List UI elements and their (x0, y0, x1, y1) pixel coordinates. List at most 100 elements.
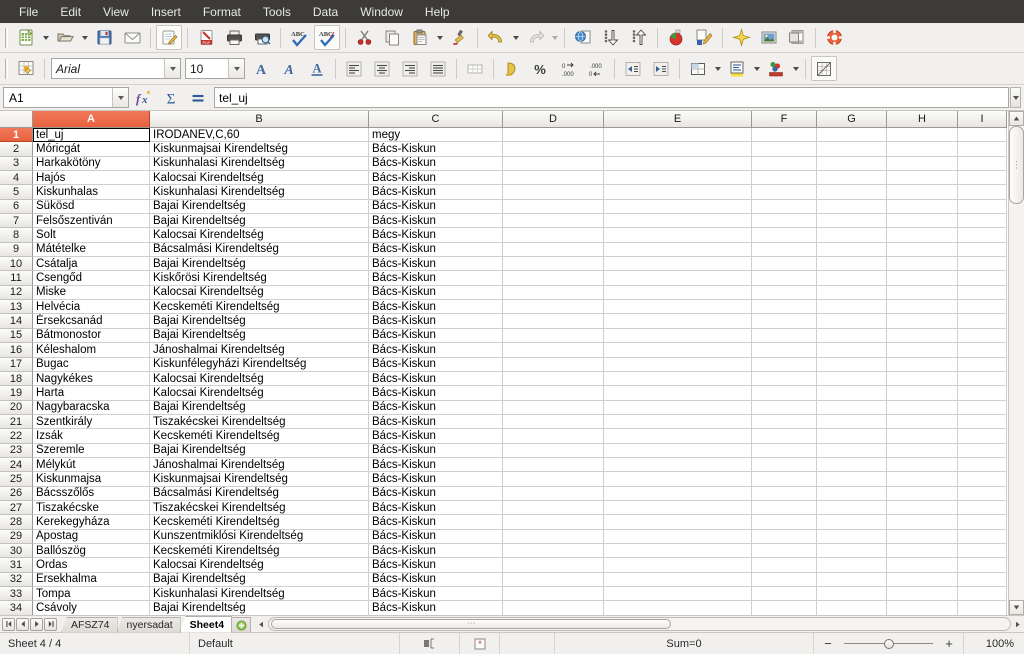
cell-D34[interactable] (503, 601, 604, 615)
cell-C9[interactable]: Bács-Kiskun (369, 242, 503, 258)
italic-button[interactable]: A (276, 56, 302, 81)
sheet-tab-nyersadat[interactable]: nyersadat (116, 616, 181, 633)
column-header-f[interactable]: F (752, 111, 817, 128)
cell-H26[interactable] (887, 486, 958, 501)
row-header-15[interactable]: 15 (0, 328, 33, 344)
add-sheet-button[interactable] (231, 616, 252, 633)
row-header-21[interactable]: 21 (0, 414, 33, 430)
cell-A29[interactable]: Apostag (33, 529, 150, 544)
cell-C19[interactable]: Bács-Kiskun (369, 386, 503, 401)
cell-A9[interactable]: Mátételke (33, 242, 150, 258)
increase-indent-button[interactable] (648, 56, 674, 81)
status-zoom-slider[interactable]: − + (814, 632, 964, 654)
cell-A33[interactable]: Tompa (33, 587, 150, 602)
cell-H11[interactable] (887, 271, 958, 286)
cell-B17[interactable]: Kiskunfélegyházi Kirendeltség (150, 357, 369, 372)
cell-F21[interactable] (752, 414, 817, 430)
menu-edit[interactable]: Edit (49, 3, 92, 21)
column-header-e[interactable]: E (604, 111, 752, 128)
cell-H33[interactable] (887, 587, 958, 602)
open-document-button[interactable] (52, 25, 78, 50)
align-right-button[interactable] (397, 56, 423, 81)
cell-A15[interactable]: Bátmonostor (33, 328, 150, 344)
cell-A11[interactable]: Csengőd (33, 271, 150, 286)
sheet-tab-afsz74[interactable]: AFSZ74 (61, 616, 118, 633)
column-header-a[interactable]: A (33, 111, 150, 128)
cell-D27[interactable] (503, 500, 604, 516)
cell-G17[interactable] (817, 357, 887, 372)
cell-C31[interactable]: Bács-Kiskun (369, 558, 503, 573)
cell-D31[interactable] (503, 558, 604, 573)
cell-E21[interactable] (604, 414, 752, 430)
row-header-32[interactable]: 32 (0, 572, 33, 587)
cell-G16[interactable] (817, 343, 887, 358)
styles-button[interactable] (13, 56, 39, 81)
cell-D17[interactable] (503, 357, 604, 372)
cell-I17[interactable] (958, 357, 1007, 372)
cell-B28[interactable]: Kecskeméti Kirendeltség (150, 515, 369, 530)
cell-C14[interactable]: Bács-Kiskun (369, 314, 503, 329)
cell-D7[interactable] (503, 214, 604, 229)
cell-D14[interactable] (503, 314, 604, 329)
row-header-30[interactable]: 30 (0, 543, 33, 559)
menu-format[interactable]: Format (192, 3, 252, 21)
cell-D9[interactable] (503, 242, 604, 258)
cell-F10[interactable] (752, 257, 817, 272)
cell-C18[interactable]: Bács-Kiskun (369, 371, 503, 387)
cell-B6[interactable]: Bajai Kirendeltség (150, 199, 369, 215)
cell-B18[interactable]: Kalocsai Kirendeltség (150, 371, 369, 387)
cell-H13[interactable] (887, 300, 958, 315)
scroll-left-button[interactable] (255, 617, 268, 631)
cell-G33[interactable] (817, 587, 887, 602)
cell-F19[interactable] (752, 386, 817, 401)
formula-expand-button[interactable] (1010, 87, 1021, 108)
row-header-6[interactable]: 6 (0, 199, 33, 215)
cell-G20[interactable] (817, 400, 887, 415)
cell-C27[interactable]: Bács-Kiskun (369, 500, 503, 516)
cell-B23[interactable]: Bajai Kirendeltség (150, 443, 369, 458)
cell-D5[interactable] (503, 185, 604, 200)
cell-C1[interactable]: megy (369, 128, 503, 143)
cell-D30[interactable] (503, 543, 604, 559)
cell-C3[interactable]: Bács-Kiskun (369, 156, 503, 172)
cell-C17[interactable]: Bács-Kiskun (369, 357, 503, 372)
font-size-dropdown-arrow[interactable] (228, 59, 244, 78)
open-document-dropdown[interactable] (79, 25, 90, 50)
cell-D12[interactable] (503, 285, 604, 301)
cell-H7[interactable] (887, 214, 958, 229)
menu-window[interactable]: Window (349, 3, 414, 21)
cell-B1[interactable]: IRODANEV,C,60 (150, 128, 369, 143)
cell-I22[interactable] (958, 429, 1007, 444)
cell-G2[interactable] (817, 142, 887, 157)
row-header-26[interactable]: 26 (0, 486, 33, 501)
cell-F25[interactable] (752, 472, 817, 487)
cell-A5[interactable]: Kiskunhalas (33, 185, 150, 200)
cell-H23[interactable] (887, 443, 958, 458)
cell-H21[interactable] (887, 414, 958, 430)
cell-I15[interactable] (958, 328, 1007, 344)
row-header-8[interactable]: 8 (0, 228, 33, 243)
row-header-22[interactable]: 22 (0, 429, 33, 444)
cell-F4[interactable] (752, 171, 817, 186)
cell-I26[interactable] (958, 486, 1007, 501)
cell-I7[interactable] (958, 214, 1007, 229)
scroll-right-button[interactable] (1011, 617, 1024, 631)
cell-E2[interactable] (604, 142, 752, 157)
special-character-button[interactable] (728, 25, 754, 50)
row-header-27[interactable]: 27 (0, 500, 33, 516)
font-color-button[interactable] (763, 56, 789, 81)
borders-dropdown[interactable] (712, 56, 723, 81)
column-header-g[interactable]: G (817, 111, 887, 128)
name-box[interactable]: A1 (3, 87, 129, 108)
cell-E9[interactable] (604, 242, 752, 258)
sheet-tab-sheet4[interactable]: Sheet4 (179, 615, 233, 633)
cell-F29[interactable] (752, 529, 817, 544)
cell-C29[interactable]: Bács-Kiskun (369, 529, 503, 544)
cell-G10[interactable] (817, 257, 887, 272)
cell-B4[interactable]: Kalocsai Kirendeltség (150, 171, 369, 186)
cell-H28[interactable] (887, 515, 958, 530)
new-document-button[interactable] (13, 25, 39, 50)
cell-H20[interactable] (887, 400, 958, 415)
cell-D1[interactable] (503, 128, 604, 143)
cell-F31[interactable] (752, 558, 817, 573)
